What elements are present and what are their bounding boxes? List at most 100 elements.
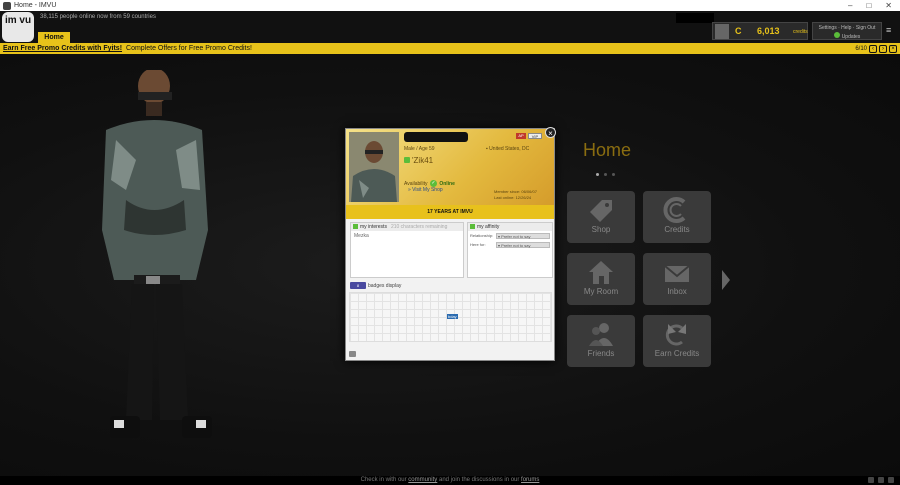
badge-item[interactable]: bday [447, 314, 458, 319]
credits-widget[interactable]: C 6,013 credits [712, 22, 808, 40]
promo-banner: Earn Free Promo Credits with Fyits! Comp… [0, 43, 900, 54]
tagline: 'Zik41 [404, 156, 433, 165]
promo-pager: 6/10 ‹ › × [855, 44, 900, 53]
check-icon [404, 157, 410, 163]
footer-icon-3[interactable] [888, 477, 894, 483]
affinity-panel: my affinity Relationship: ▾ Prefer not t… [467, 222, 553, 278]
affinity-key: Relationship: [470, 233, 494, 238]
footer-icon-2[interactable] [878, 477, 884, 483]
visit-shop-label: Visit My Shop [412, 187, 443, 193]
member-info: Member since: 06/06/07 Last online: 12/2… [494, 189, 537, 201]
carousel-dot[interactable] [612, 173, 615, 176]
user-menu[interactable]: Settings · Help · Sign Out Updates [812, 22, 882, 40]
relationship-select[interactable]: ▾ Prefer not to say [496, 232, 550, 239]
credits-label: credits [793, 29, 808, 35]
affinity-row: Relationship: ▾ Prefer not to say [468, 231, 552, 240]
relationship-value: Prefer not to say [501, 233, 531, 239]
tile-earn-credits-label: Earn Credits [654, 349, 700, 358]
tag-icon [590, 200, 612, 222]
vip-badge: VIP [528, 133, 542, 139]
user-menu-links[interactable]: Settings · Help · Sign Out [816, 25, 878, 32]
ap-badge: AP [516, 133, 526, 139]
promo-next-button[interactable]: › [879, 44, 887, 53]
credits-icon: C [735, 26, 742, 36]
close-dialog-button[interactable]: × [545, 127, 556, 138]
tile-friends[interactable]: Friends [567, 315, 635, 367]
imvu-logo[interactable]: im vu [2, 12, 34, 42]
affinity-header: my affinity [477, 224, 500, 230]
people-icon [589, 323, 613, 346]
user-avatar-thumb[interactable] [715, 24, 729, 39]
availability-label: Availability [404, 180, 428, 187]
promo-prev-button[interactable]: ‹ [869, 44, 877, 53]
footer-bar: Check in with our community and join the… [0, 476, 900, 485]
app-header: im vu 38,115 people online now from 59 c… [0, 11, 900, 43]
affinity-key: Here for: [470, 242, 486, 247]
profile-card-header: AP VIP Male / Age 59 ▪ United States, DC… [346, 129, 554, 205]
tile-my-room[interactable]: My Room [567, 253, 635, 305]
envelope-icon [664, 265, 690, 282]
edit-check-icon[interactable] [470, 224, 475, 230]
updates-label[interactable]: Updates [842, 34, 861, 40]
tile-credits-label: Credits [664, 225, 690, 234]
footer-icon-1[interactable] [868, 477, 874, 483]
promo-page-counter: 6/10 [855, 45, 867, 52]
imvu-app-icon [3, 1, 11, 10]
edit-check-icon[interactable] [353, 224, 358, 230]
tile-my-room-label: My Room [583, 287, 619, 296]
tile-inbox-label: Inbox [667, 287, 687, 296]
credits-icon [663, 197, 686, 223]
promo-text: Complete Offers for Free Promo Credits! [126, 45, 252, 52]
footer-text-2: and join the discussions in our [438, 477, 520, 483]
profile-photo[interactable] [349, 132, 399, 202]
window-titlebar: Home - IMVU – □ ✕ [0, 0, 900, 11]
tile-earn-credits[interactable]: Earn Credits [643, 315, 711, 367]
maximize-button[interactable]: □ [866, 1, 871, 10]
promo-link[interactable]: Earn Free Promo Credits with Fyits! [3, 45, 122, 52]
interests-panel: my interests 210 characters remaining Mez… [350, 222, 464, 278]
badges-grid: bday [349, 292, 552, 342]
tile-credits[interactable]: Credits [643, 191, 711, 243]
last-online: Last online: 12/26/24 [494, 195, 532, 200]
promo-close-button[interactable]: × [889, 44, 897, 53]
affinity-row: Here for: ▾ Prefer not to say [468, 240, 552, 249]
profile-card-dialog: AP VIP Male / Age 59 ▪ United States, DC… [345, 127, 556, 361]
carousel-next-arrow[interactable] [722, 270, 730, 290]
home-title: Home [583, 140, 632, 160]
location-value: United States, DC [489, 146, 530, 152]
tagline-text: 'Zik41 [412, 156, 434, 165]
resize-icon[interactable] [349, 351, 356, 357]
badges-header: 8 badges display [350, 282, 401, 289]
tile-friends-label: Friends [587, 349, 615, 358]
characters-remaining: 210 characters remaining [390, 224, 448, 230]
tile-shop[interactable]: Shop [567, 191, 635, 243]
community-link[interactable]: community [408, 477, 437, 483]
footer-text-1: Check in with our [360, 477, 407, 483]
tile-inbox[interactable]: Inbox [643, 253, 711, 305]
window-title: Home - IMVU [14, 2, 57, 9]
house-icon [589, 261, 613, 284]
forums-link[interactable]: forums [521, 477, 539, 483]
location-text: ▪ United States, DC [486, 146, 529, 152]
carousel-dot[interactable] [604, 173, 607, 176]
online-check-icon: ✓ [429, 180, 437, 187]
interests-value[interactable]: Mezka [351, 231, 463, 241]
carousel-dots [596, 173, 615, 176]
minimize-button[interactable]: – [848, 1, 852, 10]
years-banner: 17 YEARS AT IMVU [346, 205, 554, 219]
badge-count-icon[interactable]: 8 [350, 282, 366, 289]
tab-home[interactable]: Home [38, 32, 70, 43]
carousel-dot[interactable] [596, 173, 599, 176]
hamburger-menu-icon[interactable]: ≡ [886, 26, 896, 35]
check-icon [833, 32, 840, 38]
badges-header-label: badges display [368, 282, 402, 289]
here-for-select[interactable]: ▾ Prefer not to say [496, 241, 550, 248]
credits-value: 6,013 [757, 26, 780, 36]
redacted-username [404, 132, 468, 142]
close-window-button[interactable]: ✕ [885, 1, 892, 10]
visit-shop-link[interactable]: » Visit My Shop [408, 187, 443, 193]
earn-credits-icon [665, 324, 686, 346]
avatar-3d-figure[interactable] [96, 70, 226, 450]
here-for-value: Prefer not to say [501, 242, 531, 248]
redacted-block [676, 13, 714, 23]
